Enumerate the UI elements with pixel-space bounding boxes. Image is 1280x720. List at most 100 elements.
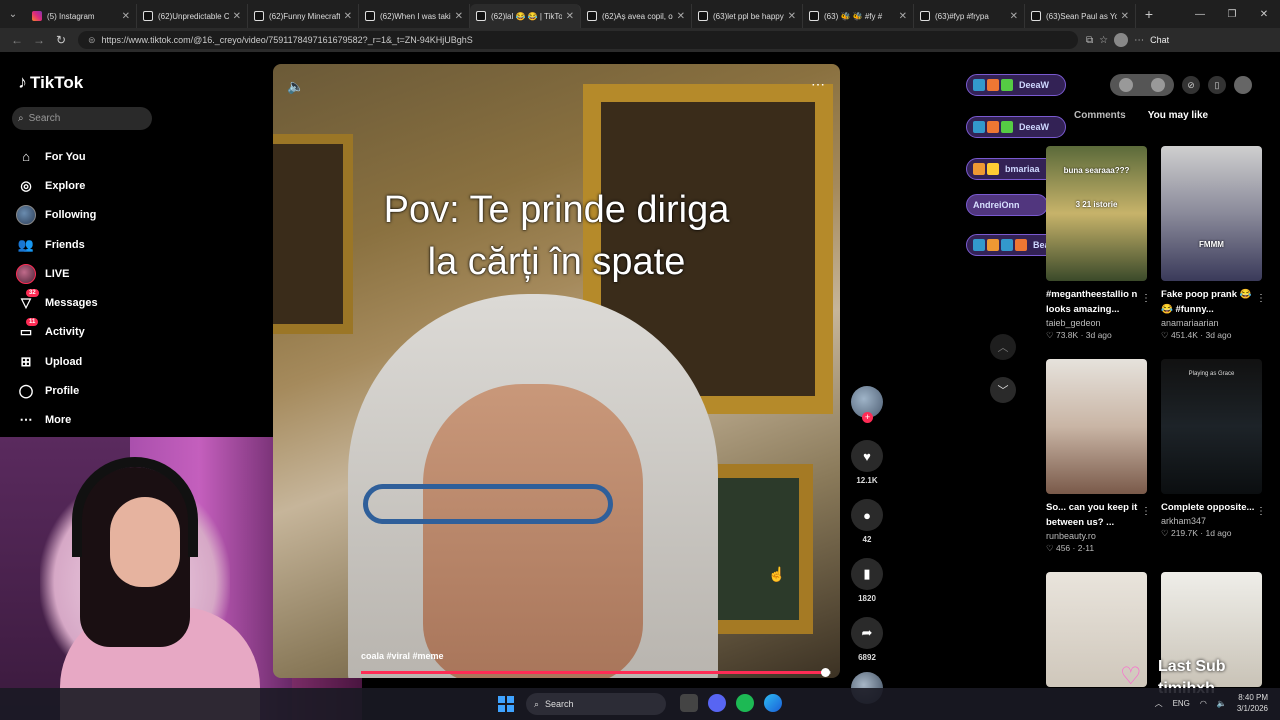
card-more-icon[interactable]: ⋮ <box>1141 506 1151 517</box>
tab-close-icon[interactable]: ✕ <box>899 11 907 22</box>
search-input[interactable]: ⌕ Search <box>12 107 152 130</box>
recommended-video-card[interactable]: buna searaaa??? 3 21 istorie ⋮ #megantheest… <box>1046 146 1151 341</box>
progress-knob[interactable] <box>821 668 831 677</box>
recommended-video-card[interactable]: Playing as Grace ⋮ Complete opposite... ark… <box>1161 359 1266 539</box>
sidebar-item-explore[interactable]: ◎ Explore <box>16 171 98 200</box>
sidebar-item-more[interactable]: ⋯ More <box>16 406 98 435</box>
tab-close-icon[interactable]: ✕ <box>788 11 796 22</box>
tab-close-icon[interactable]: ✕ <box>1010 11 1018 22</box>
tab-comments[interactable]: Comments <box>1074 110 1126 121</box>
spotify-icon[interactable] <box>736 694 754 712</box>
sidebar-item-for-you[interactable]: ⌂ For You <box>16 142 98 171</box>
card-more-icon[interactable]: ⋮ <box>1141 293 1151 304</box>
extensions-icon[interactable]: ⧉ <box>1086 35 1093 46</box>
tab-close-icon[interactable]: ✕ <box>566 11 574 22</box>
comment-icon[interactable]: ● <box>851 499 883 531</box>
heart-icon[interactable]: ♥ <box>851 440 883 472</box>
sidebar-item-friends[interactable]: 👥 Friends <box>16 230 98 259</box>
menu-icon[interactable]: ⋯ <box>1134 35 1144 46</box>
copilot-chat-button[interactable]: Chat <box>1150 35 1169 45</box>
video-thumbnail[interactable]: buna searaaa??? 3 21 istorie <box>1046 146 1147 281</box>
bookmark-icon[interactable]: ▮ <box>851 558 883 590</box>
browser-tab[interactable]: (62)When I was takin ✕ <box>359 4 470 28</box>
tab-close-icon[interactable]: ✕ <box>233 11 241 22</box>
favorites-icon[interactable]: ☆ <box>1099 35 1108 46</box>
new-tab-button[interactable]: + <box>1136 6 1162 22</box>
explore-icon[interactable]: ⊘ <box>1182 76 1200 94</box>
volume-icon[interactable]: 🔈 <box>287 78 304 95</box>
recommended-video-card[interactable]: FMMM ⋮ Fake poop prank 😂 😂 #funny... anamar… <box>1161 146 1266 341</box>
card-author[interactable]: runbeauty.ro <box>1046 531 1147 541</box>
sidebar-item-live[interactable]: LIVE <box>16 259 98 288</box>
browser-tab[interactable]: (62)Unpredictable C ✕ <box>137 4 248 28</box>
url-field[interactable]: ⊜ https://www.tiktok.com/@16._creyo/vide… <box>78 31 1078 49</box>
video-thumbnail[interactable]: Playing as Grace <box>1161 359 1262 494</box>
recommended-video-card[interactable]: ⋮ So... can you keep it between us? ... ru… <box>1046 359 1151 554</box>
edge-icon[interactable] <box>764 694 782 712</box>
tab-close-icon[interactable]: ✕ <box>455 11 463 22</box>
sidebar-item-activity[interactable]: ▭ 11 Activity <box>16 318 98 347</box>
card-title[interactable]: Complete opposite... <box>1161 500 1262 515</box>
minimize-icon[interactable]: — <box>1184 9 1216 20</box>
follow-plus-icon[interactable]: + <box>862 412 873 423</box>
sidebar-item-following[interactable]: Following <box>16 201 98 230</box>
browser-tab[interactable]: (63)let ppl be happy ✕ <box>692 4 803 28</box>
video-more-icon[interactable]: ⋯ <box>811 76 826 93</box>
video-progress-bar[interactable] <box>361 668 831 677</box>
video-player[interactable]: Pov: Te prinde diriga la cărți în spate … <box>273 64 840 678</box>
device-icon[interactable]: ▯ <box>1208 76 1226 94</box>
sidebar-item-messages[interactable]: ▽ 32 Messages <box>16 288 98 317</box>
share-icon[interactable]: ➦ <box>851 617 883 649</box>
tab-search-icon[interactable]: ⌄ <box>0 0 26 28</box>
share-action[interactable]: ➦ 6892 <box>850 617 884 662</box>
restore-icon[interactable]: ❐ <box>1216 9 1248 20</box>
card-author[interactable]: anamariaarian <box>1161 318 1262 328</box>
card-title[interactable]: #megantheestallio n looks amazing... <box>1046 287 1147 317</box>
video-thumbnail[interactable] <box>1046 359 1147 494</box>
browser-tab[interactable]: (63)#fyp #frypa ✕ <box>914 4 1025 28</box>
reload-icon[interactable]: ↻ <box>50 33 72 47</box>
close-window-icon[interactable]: ✕ <box>1248 9 1280 20</box>
tray-chevron-icon[interactable]: ︿ <box>1155 698 1163 709</box>
tiktok-logo[interactable]: ♪ TikTok <box>18 72 83 93</box>
video-thumbnail[interactable]: FMMM <box>1161 146 1262 281</box>
tab-close-icon[interactable]: ✕ <box>122 11 130 22</box>
user-avatar[interactable] <box>1234 76 1252 94</box>
site-info-icon[interactable]: ⊜ <box>88 35 96 46</box>
tab-you-may-like[interactable]: You may like <box>1148 110 1208 121</box>
speaker-icon[interactable]: 🔈 <box>1217 699 1227 708</box>
previous-video-button[interactable]: ︿ <box>990 334 1016 360</box>
tab-close-icon[interactable]: ✕ <box>677 11 685 22</box>
card-title[interactable]: So... can you keep it between us? ... <box>1046 500 1147 530</box>
browser-tab[interactable]: (62)lal 😂 😂 | TikTok ✕ <box>470 4 581 28</box>
card-more-icon[interactable]: ⋮ <box>1256 506 1266 517</box>
comment-action[interactable]: ● 42 <box>850 499 884 544</box>
card-author[interactable]: arkham347 <box>1161 516 1262 526</box>
browser-tab[interactable]: (62)Aș avea copil, ok ✕ <box>581 4 692 28</box>
forward-icon[interactable]: → <box>28 33 50 47</box>
browser-tab[interactable]: (5) Instagram ✕ <box>26 4 137 28</box>
task-view-icon[interactable] <box>680 694 698 712</box>
wifi-icon[interactable]: ◠ <box>1200 699 1207 708</box>
language-indicator[interactable]: ENG <box>1173 699 1190 708</box>
windows-start-icon[interactable] <box>498 696 514 712</box>
browser-tab[interactable]: (63) 🐝 🐝 #fy # ✕ <box>803 4 914 28</box>
next-video-button[interactable]: ﹀ <box>990 377 1016 403</box>
tab-close-icon[interactable]: ✕ <box>344 11 352 22</box>
creator-avatar[interactable]: + <box>851 386 883 423</box>
tab-close-icon[interactable]: ✕ <box>1121 11 1129 22</box>
save-action[interactable]: ▮ 1820 <box>850 558 884 603</box>
browser-tab[interactable]: (62)Funny Minecraft ✕ <box>248 4 359 28</box>
discord-icon[interactable] <box>708 694 726 712</box>
live-avatars-pill[interactable] <box>1110 74 1174 96</box>
card-author[interactable]: taieb_gedeon <box>1046 318 1147 328</box>
clock[interactable]: 8:40 PM 3/1/2026 <box>1237 692 1268 714</box>
sidebar-item-profile[interactable]: ◯ Profile <box>16 376 98 405</box>
profile-avatar-icon[interactable] <box>1114 33 1129 47</box>
back-icon[interactable]: ← <box>6 33 28 47</box>
browser-tab[interactable]: (63)Sean Paul as You ✕ <box>1025 4 1136 28</box>
like-action[interactable]: ♥ 12.1K <box>850 440 884 485</box>
card-more-icon[interactable]: ⋮ <box>1256 293 1266 304</box>
sidebar-item-upload[interactable]: ⊞ Upload <box>16 347 98 376</box>
taskbar-search[interactable]: ⌕ Search <box>526 693 666 715</box>
